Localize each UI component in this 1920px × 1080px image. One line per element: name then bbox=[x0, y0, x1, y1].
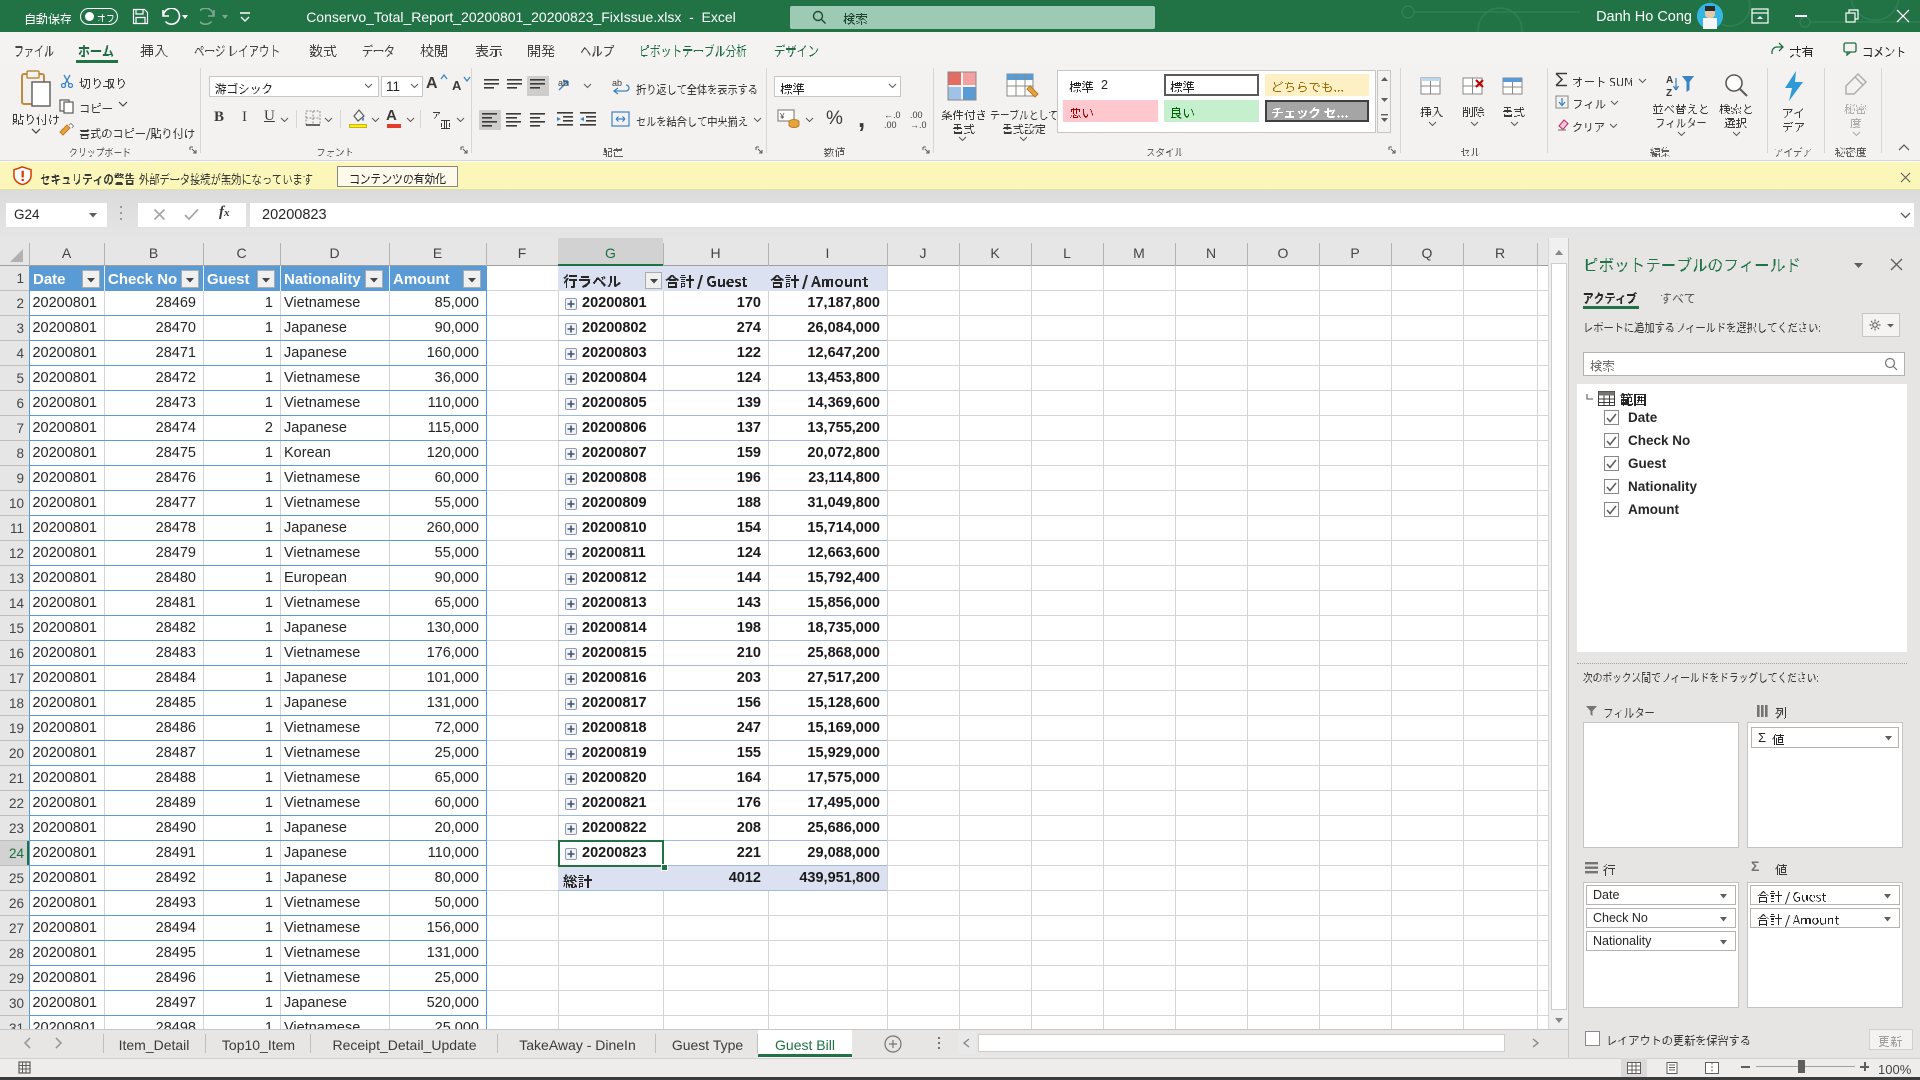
svg-text:A: A bbox=[1666, 75, 1673, 86]
svg-text:.00: .00 bbox=[884, 120, 897, 129]
svg-text:ab: ab bbox=[558, 78, 568, 88]
svg-text:→.0: →.0 bbox=[910, 120, 927, 129]
svg-text:←.0: ←.0 bbox=[884, 110, 901, 120]
svg-text:¥: ¥ bbox=[779, 112, 785, 121]
svg-text:ab: ab bbox=[612, 78, 622, 88]
svg-text:Z: Z bbox=[1666, 88, 1672, 99]
svg-text:.00: .00 bbox=[910, 110, 923, 120]
